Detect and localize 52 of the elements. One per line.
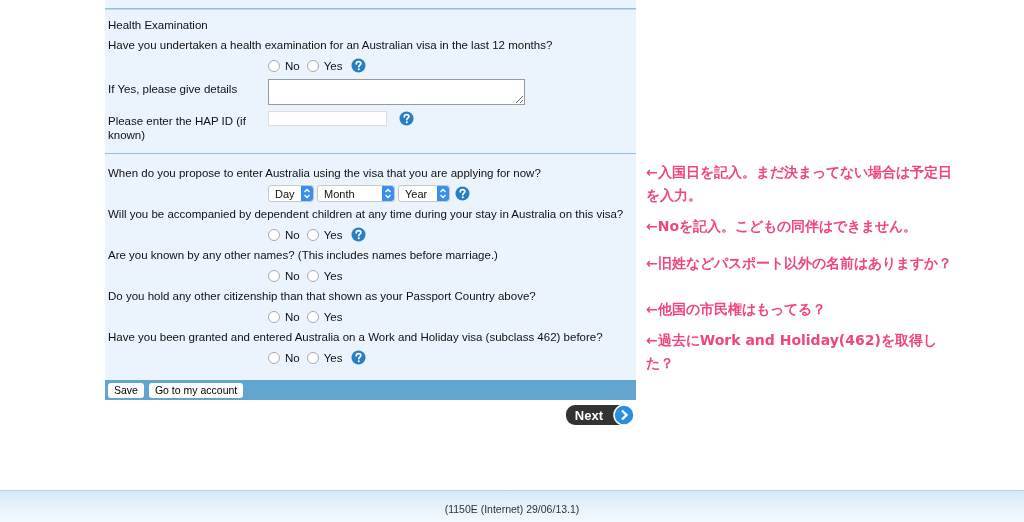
dropdown[interactable]: Year (398, 185, 450, 202)
question-text: Will you be accompanied by dependent children at any time during your stay in Australia on this visa? (108, 207, 625, 222)
option-label: Yes (323, 228, 343, 241)
help-icon[interactable] (399, 111, 414, 126)
radio-button[interactable] (268, 351, 280, 364)
action-button[interactable]: Save (108, 382, 144, 398)
option-label: No (285, 310, 300, 323)
option-label: Yes (323, 351, 343, 364)
option-label: No (285, 59, 300, 72)
help-icon[interactable] (351, 350, 367, 365)
version-text: (1150E (Internet) 29/06/13.1) (444, 503, 580, 517)
radio-button[interactable] (268, 59, 280, 72)
chevron-icon (613, 404, 635, 426)
option-label: No (285, 269, 300, 282)
radio-button[interactable] (306, 269, 319, 282)
option-label: No (285, 228, 300, 241)
question-text: Are you known by any other names? (This includes names before marriage.) (108, 248, 499, 263)
chevron-icon (301, 186, 313, 201)
dropdown[interactable]: Month (317, 185, 395, 202)
action-button[interactable]: Go to my account (148, 382, 244, 398)
option-label: Yes (323, 59, 343, 72)
option-label: Yes (323, 269, 343, 282)
help-icon[interactable] (455, 186, 470, 201)
radio-button[interactable] (268, 269, 280, 282)
radio-button[interactable] (306, 59, 319, 72)
radio-button[interactable] (268, 310, 280, 323)
field-label: If Yes, please give details (108, 82, 239, 96)
help-icon[interactable] (351, 227, 367, 242)
help-icon[interactable] (351, 58, 367, 73)
annotation-note: ←過去にWork and Holiday(462)を取得し た？ (646, 331, 937, 373)
hap-id-field[interactable] (268, 111, 387, 126)
annotation-note: ←他国の市民権はもってる？ (646, 300, 826, 319)
chevron-icon (437, 186, 449, 201)
annotation-note: ←旧姓などパスポート以外の名前はありますか？ (646, 254, 952, 273)
option-label: No (285, 351, 300, 364)
question-text: Have you been granted and entered Australia on a Work and Holiday visa (subclass 462) before? (108, 330, 604, 345)
field-label: Please enter the HAP ID (if known) (108, 114, 247, 142)
chevron-icon (382, 186, 394, 201)
option-label: Yes (323, 310, 343, 323)
section-heading: Health Examination (108, 18, 209, 33)
radio-button[interactable] (268, 228, 280, 241)
next-button[interactable]: Next (565, 405, 634, 425)
annotation-note: ←入国日を記入。まだ決まってない場合は予定日 を入力。 (646, 163, 952, 205)
annotation-note: ←Noを記入。こどもの同伴はできません。 (646, 217, 918, 236)
dropdown[interactable]: Day (268, 185, 314, 202)
details-field[interactable] (268, 79, 525, 105)
question-text: Have you undertaken a health examination for an Australian visa in the last 12 months? (108, 38, 554, 53)
radio-button[interactable] (306, 228, 319, 241)
question-text: Do you hold any other citizenship than that shown as your Passport Country above? (108, 289, 537, 304)
radio-button[interactable] (306, 351, 319, 364)
question-text: When do you propose to enter Australia using the visa that you are applying for now? (108, 166, 542, 181)
radio-button[interactable] (306, 310, 319, 323)
